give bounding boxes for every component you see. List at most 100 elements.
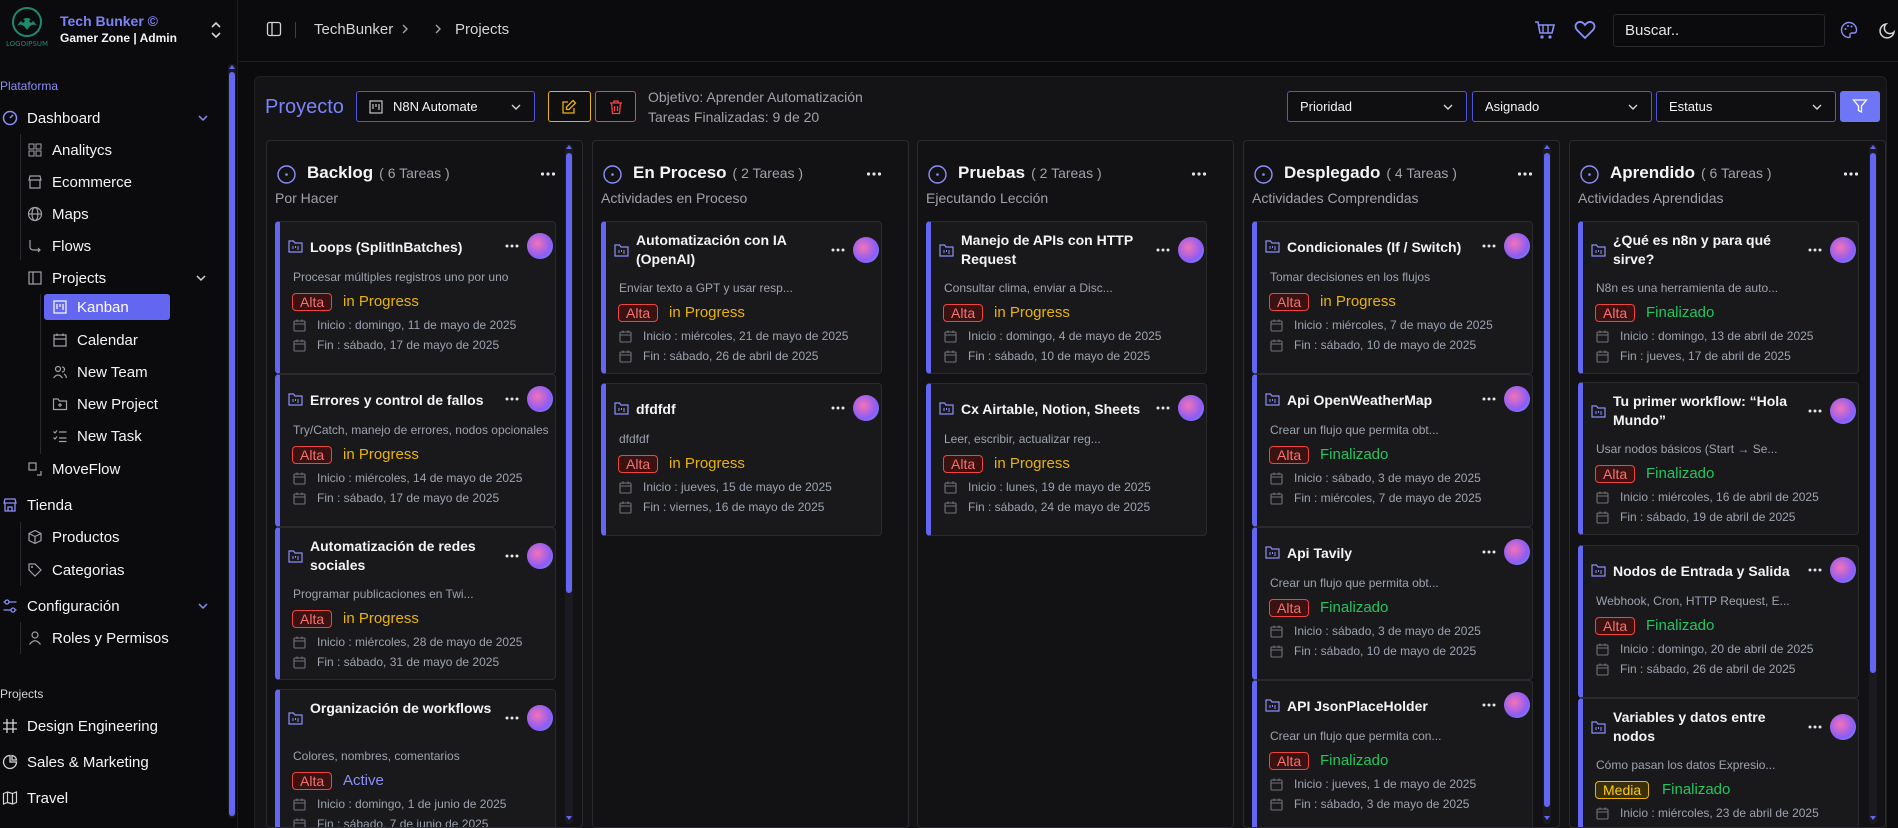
task-title[interactable]: Nodos de Entrada y Salida [1613,562,1803,581]
nav-dashboard[interactable]: Dashboard [2,105,217,131]
moon-icon[interactable] [1879,21,1897,39]
nav-design-engineering[interactable]: Design Engineering [2,713,158,739]
task-card[interactable]: Manejo de APIs con HTTP Request Consultar… [926,221,1207,374]
sidebar-scrollbar-thumb[interactable] [229,72,235,816]
more-horizontal-icon[interactable] [505,716,519,720]
nav-new-team[interactable]: New Team [52,359,148,385]
avatar[interactable] [527,543,553,569]
nav-analitycs[interactable]: Analitycs [27,137,112,163]
task-card[interactable]: Tu primer workflow: “Hola Mundo” Usar nod… [1578,382,1859,535]
avatar[interactable] [853,395,879,421]
task-title[interactable]: Tu primer workflow: “Hola Mundo” [1613,392,1803,430]
more-horizontal-icon[interactable] [831,406,845,410]
breadcrumb-techbunker[interactable]: TechBunker [314,21,393,38]
more-horizontal-icon[interactable] [505,397,519,401]
task-card[interactable]: Nodos de Entrada y Salida Webhook, Cron, … [1578,545,1859,698]
more-horizontal-icon[interactable] [1191,171,1207,177]
more-horizontal-icon[interactable] [1808,248,1822,252]
nav-tienda[interactable]: Tienda [2,492,217,518]
task-title[interactable]: Variables y datos entre nodos [1613,708,1803,746]
avatar[interactable] [1504,692,1530,718]
cart-icon[interactable] [1533,18,1557,42]
scroll-up-arrow-icon[interactable] [229,64,235,70]
nav-configuracion[interactable]: Configuración [2,593,217,619]
task-card[interactable]: Cx Airtable, Notion, Sheets Leer, escribi… [926,383,1207,536]
column-scrollbar-thumb[interactable] [1870,153,1876,673]
nav-categorias[interactable]: Categorias [27,557,125,583]
avatar[interactable] [1830,557,1856,583]
avatar[interactable] [1504,539,1530,565]
task-title[interactable]: Manejo de APIs con HTTP Request [961,231,1151,269]
edit-project-button[interactable] [548,91,591,122]
avatar[interactable] [1504,233,1530,259]
task-card[interactable]: Automatización con IA (OpenAI) Enviar tex… [601,221,882,374]
task-card[interactable]: Api Tavily Crear un flujo que permita obt… [1252,527,1533,680]
task-title[interactable]: Automatización con IA (OpenAI) [636,231,826,269]
task-card[interactable]: Loops (SplitInBatches) Procesar múltiples… [275,221,556,374]
project-select[interactable]: N8N Automate [356,91,535,122]
task-title[interactable]: Loops (SplitInBatches) [310,238,500,257]
nav-flows[interactable]: Flows [27,233,91,259]
nav-calendar[interactable]: Calendar [52,327,138,353]
more-horizontal-icon[interactable] [1517,171,1533,177]
more-horizontal-icon[interactable] [1156,248,1170,252]
more-horizontal-icon[interactable] [1156,406,1170,410]
task-title[interactable]: ¿Qué es n8n y para qué sirve? [1613,231,1803,269]
nav-travel[interactable]: Travel [2,785,68,811]
more-horizontal-icon[interactable] [1808,725,1822,729]
more-horizontal-icon[interactable] [831,248,845,252]
heart-icon[interactable] [1573,18,1597,42]
more-horizontal-icon[interactable] [1482,244,1496,248]
task-title[interactable]: dfdfdf [636,400,826,419]
more-horizontal-icon[interactable] [505,244,519,248]
more-horizontal-icon[interactable] [1808,409,1822,413]
column-scrollbar-thumb[interactable] [566,153,572,593]
delete-project-button[interactable] [595,91,636,122]
avatar[interactable] [853,237,879,263]
task-title[interactable]: Cx Airtable, Notion, Sheets [961,400,1151,419]
filter-estatus[interactable]: Estatus [1656,91,1836,122]
task-card[interactable]: API JsonPlaceHolder Crear un flujo que pe… [1252,680,1533,827]
more-horizontal-icon[interactable] [866,171,882,177]
nav-kanban[interactable]: Kanban [44,294,170,320]
avatar[interactable] [1504,386,1530,412]
task-title[interactable]: API JsonPlaceHolder [1287,697,1477,716]
avatar[interactable] [1830,398,1856,424]
task-card[interactable]: Automatización de redes sociales Programa… [275,527,556,680]
task-title[interactable]: Api Tavily [1287,544,1477,563]
avatar[interactable] [1830,237,1856,263]
sidebar-toggle-icon[interactable] [266,21,282,37]
more-horizontal-icon[interactable] [505,554,519,558]
nav-new-project[interactable]: New Project [52,391,158,417]
task-card[interactable]: Errores y control de fallos Try/Catch, ma… [275,374,556,527]
nav-projects[interactable]: Projects [27,265,217,291]
more-horizontal-icon[interactable] [1482,703,1496,707]
avatar[interactable] [1830,714,1856,740]
avatar[interactable] [527,386,553,412]
task-title[interactable]: Errores y control de fallos [310,391,500,410]
task-title[interactable]: Automatización de redes sociales [310,537,500,575]
more-horizontal-icon[interactable] [1808,568,1822,572]
avatar[interactable] [527,705,553,731]
column-scrollbar-thumb[interactable] [1544,153,1550,807]
task-card[interactable]: Api OpenWeatherMap Crear un flujo que per… [1252,374,1533,527]
apply-filter-button[interactable] [1840,91,1880,122]
nav-productos[interactable]: Productos [27,524,120,550]
filter-asignado[interactable]: Asignado [1472,91,1652,122]
task-title[interactable]: Condicionales (If / Switch) [1287,238,1477,257]
task-card[interactable]: Variables y datos entre nodos Cómo pasan … [1578,698,1859,827]
task-title[interactable]: Api OpenWeatherMap [1287,391,1477,410]
avatar[interactable] [1178,395,1204,421]
avatar[interactable] [527,233,553,259]
more-horizontal-icon[interactable] [1843,171,1859,177]
nav-roles[interactable]: Roles y Permisos [27,625,169,651]
task-card[interactable]: ¿Qué es n8n y para qué sirve? N8n es una … [1578,221,1859,374]
nav-moveflow[interactable]: MoveFlow [27,456,120,482]
task-title[interactable]: Organización de workflows [310,699,500,718]
filter-prioridad[interactable]: Prioridad [1287,91,1467,122]
nav-ecommerce[interactable]: Ecommerce [27,169,132,195]
task-card[interactable]: dfdfdf dfdfdf Alta in Progress Inicio : juev… [601,383,882,536]
more-horizontal-icon[interactable] [1482,550,1496,554]
nav-sales-marketing[interactable]: Sales & Marketing [2,749,149,775]
search-input[interactable] [1613,14,1825,47]
